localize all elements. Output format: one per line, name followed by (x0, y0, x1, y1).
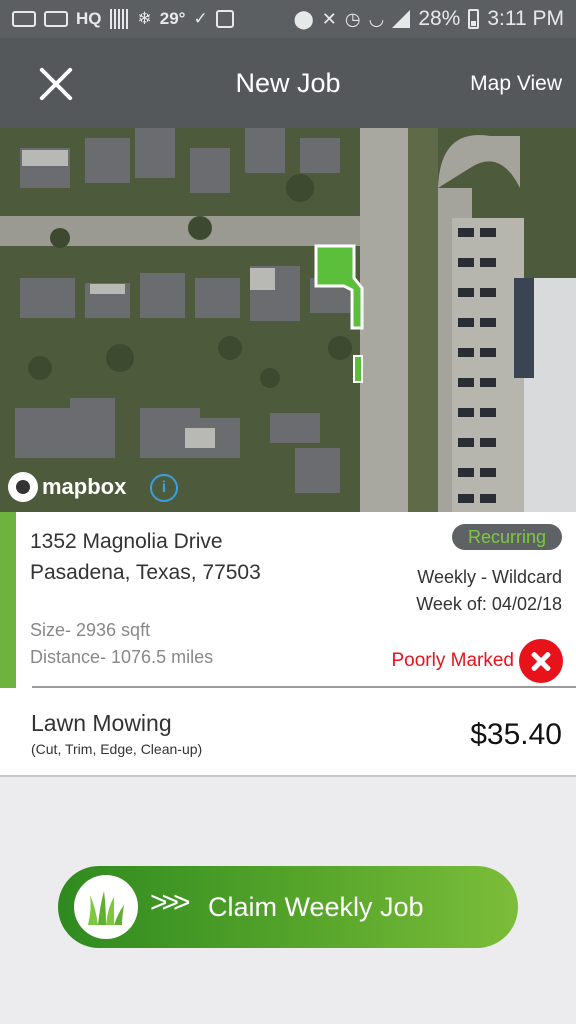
satellite-map[interactable]: mapbox i (0, 128, 576, 512)
map-view-button[interactable]: Map View (470, 72, 562, 96)
message-icon (12, 11, 36, 27)
alarm-icon: ◷ (344, 8, 361, 29)
mapbox-logo: mapbox (8, 472, 126, 502)
week-of: Week of: 04/02/18 (416, 594, 562, 614)
poorly-marked-close-icon[interactable] (519, 639, 563, 683)
address-line-1: 1352 Magnolia Drive (30, 530, 223, 553)
recurring-badge: Recurring (451, 524, 562, 550)
mapbox-icon (8, 472, 38, 502)
frequency: Weekly - Wildcard (417, 567, 562, 587)
accent-bar (0, 512, 16, 688)
lot-size: Size- 2936 sqft (30, 620, 151, 640)
marking-status: Poorly Marked (391, 650, 515, 671)
grid-icon (109, 9, 130, 29)
claim-weekly-job-button[interactable]: >>> Claim Weekly Job (58, 866, 518, 948)
signal-icon (392, 10, 411, 28)
wifi-icon: ◡ (368, 8, 385, 29)
battery-percent: 28% (418, 7, 461, 30)
clock: 3:11 PM (487, 7, 564, 30)
temperature: 29° (159, 9, 186, 28)
battery-icon (468, 9, 480, 29)
service-card: Lawn Mowing (Cut, Trim, Edge, Clean-up) … (0, 688, 576, 777)
status-left: HQ ❄ 29° ✓ (12, 9, 234, 29)
check-icon: ✓ (193, 9, 208, 28)
grass-icon (74, 875, 138, 939)
claim-label: Claim Weekly Job (208, 892, 424, 922)
status-right: ⬤ ✕ ◷ ◡ 28% 3:11 PM (294, 7, 564, 31)
service-description: (Cut, Trim, Edge, Clean-up) (31, 741, 203, 757)
service-price: $35.40 (470, 718, 562, 751)
address-line-2: Pasadena, Texas, 77503 (30, 561, 261, 584)
mute-icon: ✕ (321, 8, 337, 29)
image-icon (215, 10, 234, 28)
distance: Distance- 1076.5 miles (30, 647, 214, 667)
chevrons-icon: >>> (150, 886, 190, 919)
voicemail-icon (44, 11, 68, 27)
mapbox-attribution: mapbox (42, 474, 127, 499)
snowflake-icon: ❄ (137, 9, 152, 28)
info-icon[interactable]: i (150, 474, 178, 502)
location-icon: ⬤ (293, 8, 314, 29)
service-name: Lawn Mowing (31, 710, 172, 736)
status-bar: HQ ❄ 29° ✓ ⬤ ✕ ◷ ◡ 28% 3:11 PM (0, 0, 576, 38)
job-detail-card: 1352 Magnolia Drive Pasadena, Texas, 775… (0, 512, 576, 688)
app-bar: New Job Map View (0, 38, 576, 128)
map-imagery (0, 128, 576, 512)
hq-icon: HQ (76, 9, 102, 28)
